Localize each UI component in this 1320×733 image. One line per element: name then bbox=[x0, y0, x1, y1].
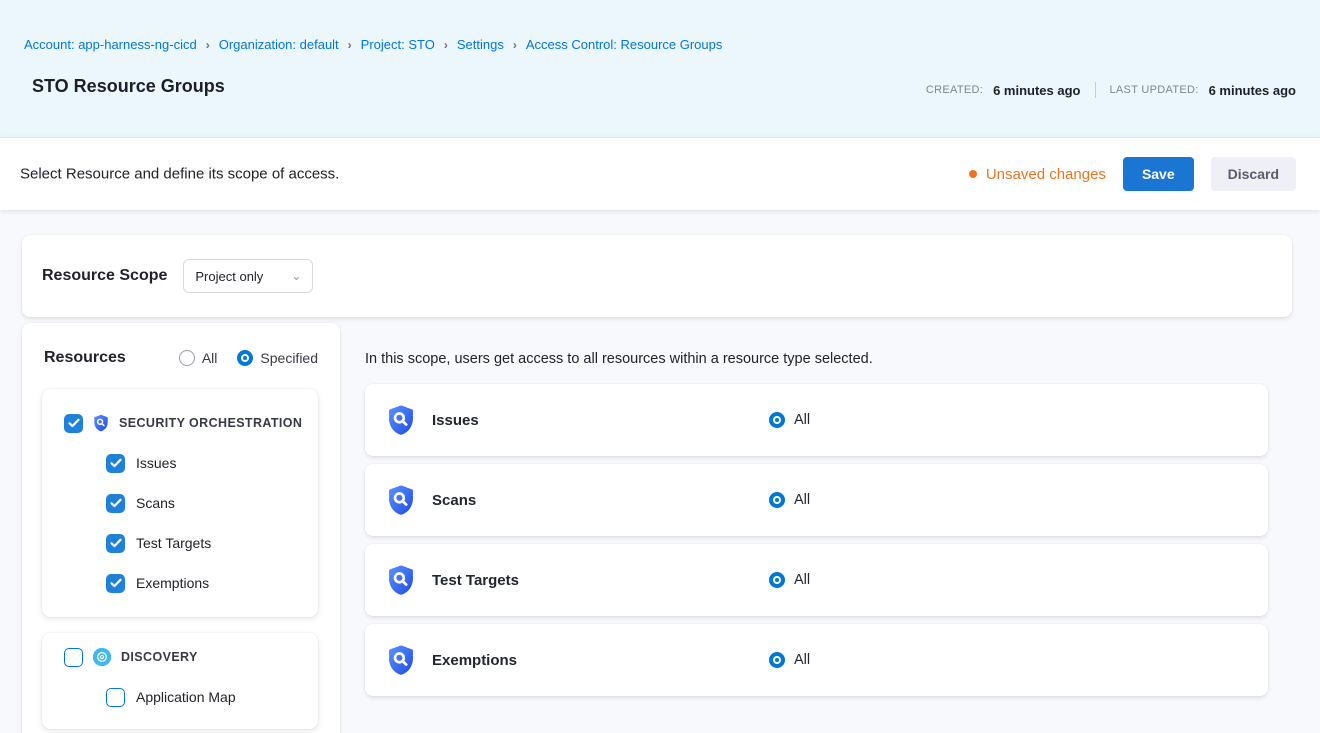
resource-scope-label: Resource Scope bbox=[42, 267, 167, 285]
resource-row-exemptions: Exemptions All bbox=[365, 624, 1268, 696]
resource-item-label: Exemptions bbox=[136, 575, 209, 591]
checkbox-security-orchestration[interactable] bbox=[64, 414, 83, 433]
radio-icon[interactable] bbox=[769, 492, 785, 508]
chevron-right-icon: › bbox=[513, 38, 517, 52]
row-label: Test Targets bbox=[432, 572, 519, 589]
toolbar-description: Select Resource and define its scope of … bbox=[20, 166, 339, 183]
chevron-right-icon: › bbox=[444, 38, 448, 52]
last-updated-value: 6 minutes ago bbox=[1209, 83, 1296, 98]
breadcrumb-link-account[interactable]: Account: app-harness-ng-cicd bbox=[24, 37, 197, 52]
breadcrumb-link-project[interactable]: Project: STO bbox=[361, 37, 435, 52]
access-radio-all[interactable]: All bbox=[769, 652, 810, 668]
sto-shield-icon bbox=[385, 564, 417, 596]
sto-shield-icon bbox=[385, 484, 417, 516]
chevron-right-icon: › bbox=[206, 38, 210, 52]
group-card-discovery: DISCOVERY Application Map bbox=[42, 633, 318, 729]
group-card-security-orchestration: SECURITY ORCHESTRATION Issues Scans Test… bbox=[42, 389, 318, 617]
created-label: CREATED: bbox=[926, 84, 983, 96]
check-icon bbox=[110, 458, 122, 468]
breadcrumb-link-settings[interactable]: Settings bbox=[457, 37, 504, 52]
check-icon bbox=[68, 418, 80, 428]
checkbox-discovery[interactable] bbox=[64, 648, 83, 667]
group-name: SECURITY ORCHESTRATION bbox=[119, 416, 302, 430]
sto-shield-icon bbox=[92, 414, 110, 432]
discovery-target-icon bbox=[92, 647, 112, 667]
radio-icon[interactable] bbox=[179, 350, 195, 366]
access-radio-all[interactable]: All bbox=[769, 492, 810, 508]
access-label: All bbox=[794, 572, 810, 588]
resource-item-label: Scans bbox=[136, 495, 175, 511]
unsaved-changes-label: Unsaved changes bbox=[986, 166, 1106, 183]
radio-icon[interactable] bbox=[769, 572, 785, 588]
radio-all-label: All bbox=[202, 350, 218, 366]
resources-radio-specified[interactable]: Specified bbox=[237, 350, 318, 366]
group-name: DISCOVERY bbox=[121, 650, 198, 664]
divider bbox=[1095, 82, 1096, 98]
access-radio-all[interactable]: All bbox=[769, 412, 810, 428]
row-label: Scans bbox=[432, 492, 476, 509]
radio-icon[interactable] bbox=[769, 412, 785, 428]
row-label: Issues bbox=[432, 412, 479, 429]
resources-title: Resources bbox=[44, 349, 159, 367]
checkbox-scans[interactable] bbox=[106, 494, 125, 513]
resource-scope-selected-value: Project only bbox=[195, 269, 263, 284]
resource-row-issues: Issues All bbox=[365, 384, 1268, 456]
page-title: STO Resource Groups bbox=[32, 76, 225, 97]
row-label: Exemptions bbox=[432, 652, 517, 669]
save-button[interactable]: Save bbox=[1123, 157, 1194, 191]
sto-shield-icon bbox=[385, 404, 417, 436]
chevron-down-icon: ⌄ bbox=[291, 269, 301, 283]
resources-panel: Resources All Specified SECURITY ORCHEST… bbox=[22, 323, 340, 733]
resource-item-exemptions: Exemptions bbox=[106, 563, 318, 603]
discard-button[interactable]: Discard bbox=[1211, 157, 1296, 191]
resource-item-label: Application Map bbox=[136, 689, 236, 705]
resource-scope-card: Resource Scope Project only ⌄ bbox=[22, 235, 1292, 317]
check-icon bbox=[110, 538, 122, 548]
radio-specified-label: Specified bbox=[260, 350, 318, 366]
checkbox-exemptions[interactable] bbox=[106, 574, 125, 593]
resource-item-label: Test Targets bbox=[136, 535, 211, 551]
resources-radio-all[interactable]: All bbox=[179, 350, 218, 366]
checkbox-application-map[interactable] bbox=[106, 688, 125, 707]
checkbox-issues[interactable] bbox=[106, 454, 125, 473]
radio-icon[interactable] bbox=[769, 652, 785, 668]
scope-note: In this scope, users get access to all r… bbox=[365, 351, 873, 367]
created-value: 6 minutes ago bbox=[993, 83, 1080, 98]
resource-scope-select[interactable]: Project only ⌄ bbox=[183, 259, 313, 293]
page-header: Account: app-harness-ng-cicd › Organizat… bbox=[0, 0, 1320, 137]
resource-item-issues: Issues bbox=[106, 443, 318, 483]
unsaved-dot-icon bbox=[969, 170, 977, 178]
radio-icon[interactable] bbox=[237, 350, 253, 366]
access-radio-all[interactable]: All bbox=[769, 572, 810, 588]
access-label: All bbox=[794, 492, 810, 508]
meta-timestamps: CREATED: 6 minutes ago LAST UPDATED: 6 m… bbox=[926, 82, 1296, 98]
checkbox-test-targets[interactable] bbox=[106, 534, 125, 553]
sto-shield-icon bbox=[385, 644, 417, 676]
check-icon bbox=[110, 498, 122, 508]
access-label: All bbox=[794, 652, 810, 668]
breadcrumb: Account: app-harness-ng-cicd › Organizat… bbox=[24, 37, 722, 52]
resource-item-test-targets: Test Targets bbox=[106, 523, 318, 563]
last-updated-label: LAST UPDATED: bbox=[1110, 84, 1199, 96]
breadcrumb-link-resource-groups[interactable]: Access Control: Resource Groups bbox=[526, 37, 723, 52]
check-icon bbox=[110, 578, 122, 588]
breadcrumb-link-organization[interactable]: Organization: default bbox=[219, 37, 339, 52]
resource-row-test-targets: Test Targets All bbox=[365, 544, 1268, 616]
resource-item-scans: Scans bbox=[106, 483, 318, 523]
resource-row-scans: Scans All bbox=[365, 464, 1268, 536]
chevron-right-icon: › bbox=[348, 38, 352, 52]
resource-item-label: Issues bbox=[136, 455, 176, 471]
action-toolbar: Select Resource and define its scope of … bbox=[0, 137, 1320, 210]
access-label: All bbox=[794, 412, 810, 428]
resource-item-application-map: Application Map bbox=[106, 677, 318, 717]
unsaved-changes-indicator: Unsaved changes bbox=[969, 166, 1106, 183]
